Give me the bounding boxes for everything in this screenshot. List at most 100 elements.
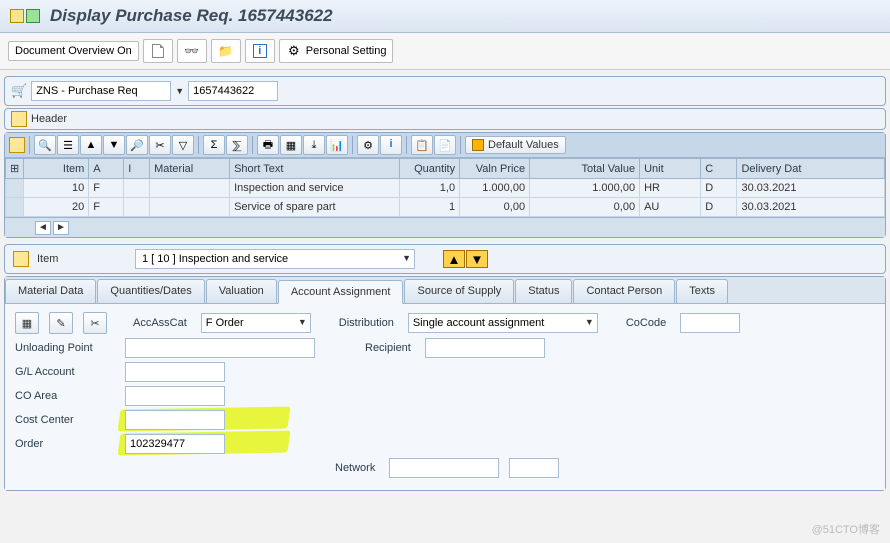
tab-texts[interactable]: Texts bbox=[676, 279, 728, 303]
gear-icon bbox=[286, 43, 302, 59]
scroll-left-button[interactable]: ◄ bbox=[35, 221, 51, 235]
col-a[interactable]: A bbox=[89, 159, 124, 179]
tab-account-assignment[interactable]: Account Assignment bbox=[278, 280, 404, 304]
grid-cut-button[interactable]: ✂ bbox=[149, 135, 171, 155]
grid-expand-icon[interactable] bbox=[9, 137, 25, 153]
item-expand-icon[interactable] bbox=[13, 251, 29, 267]
distribution-dropdown[interactable]: ▼ bbox=[408, 313, 598, 333]
accasscat-input[interactable] bbox=[201, 313, 311, 333]
grid-view-button[interactable]: ▦ bbox=[280, 135, 302, 155]
chevron-down-icon[interactable]: ▼ bbox=[175, 86, 184, 96]
item-prev-button[interactable]: ▲ bbox=[443, 250, 465, 268]
col-material[interactable]: Material bbox=[150, 159, 230, 179]
page-icon bbox=[150, 43, 166, 59]
delete-icon[interactable]: ✂ bbox=[83, 312, 107, 334]
info-icon bbox=[252, 43, 268, 59]
item-selector-row: Item ▼ ▲ ▼ bbox=[4, 244, 886, 274]
layout-icon[interactable]: ▦ bbox=[15, 312, 39, 334]
grid-find-button[interactable]: 🔎 bbox=[126, 135, 148, 155]
grid-subtotal-button[interactable]: ⅀ bbox=[226, 135, 248, 155]
col-delivery-date[interactable]: Delivery Dat bbox=[737, 159, 885, 179]
col-short-text[interactable]: Short Text bbox=[230, 159, 400, 179]
table-header-row: ⊞ Item A I Material Short Text Quantity … bbox=[6, 159, 885, 179]
grid-print-button[interactable]: 🖶 bbox=[257, 135, 279, 155]
grid-layout-button[interactable]: ☰ bbox=[57, 135, 79, 155]
document-selector-row: ▼ bbox=[4, 76, 886, 106]
items-table: ⊞ Item A I Material Short Text Quantity … bbox=[5, 158, 885, 217]
account-assignment-panel: ▦ ✎ ✂ AccAssCat ▼ Distribution ▼ CoCode … bbox=[5, 304, 885, 490]
page-title: Display Purchase Req. 1657443622 bbox=[50, 6, 333, 26]
grid-detail-button[interactable]: 🔍 bbox=[34, 135, 56, 155]
grid-info-button[interactable] bbox=[380, 135, 402, 155]
co-area-input[interactable] bbox=[125, 386, 225, 406]
create-button[interactable] bbox=[143, 39, 173, 63]
chevron-down-icon: ▼ bbox=[402, 253, 411, 263]
document-overview-button[interactable]: Document Overview On bbox=[8, 41, 139, 61]
tab-strip: Material Data Quantities/Dates Valuation… bbox=[5, 277, 885, 304]
order-input[interactable] bbox=[125, 434, 225, 454]
table-row[interactable]: 10 F Inspection and service 1,0 1.000,00… bbox=[6, 179, 885, 198]
tab-valuation[interactable]: Valuation bbox=[206, 279, 277, 303]
col-item[interactable]: Item bbox=[24, 159, 89, 179]
col-total-value[interactable]: Total Value bbox=[530, 159, 640, 179]
tab-contact-person[interactable]: Contact Person bbox=[573, 279, 675, 303]
cost-center-input[interactable] bbox=[125, 410, 225, 430]
grid-sort-asc-button[interactable]: ▲ bbox=[80, 135, 102, 155]
gl-account-label: G/L Account bbox=[15, 366, 115, 378]
col-quantity[interactable]: Quantity bbox=[400, 159, 460, 179]
cocode-input[interactable] bbox=[680, 313, 740, 333]
header-label: Header bbox=[31, 113, 67, 125]
distribution-input[interactable] bbox=[408, 313, 598, 333]
col-c[interactable]: C bbox=[701, 159, 737, 179]
item-select-input[interactable] bbox=[135, 249, 415, 269]
default-values-button[interactable]: Default Values bbox=[465, 136, 566, 154]
glasses-icon bbox=[184, 43, 200, 59]
network-input[interactable] bbox=[389, 458, 499, 478]
table-row[interactable]: 20 F Service of spare part 1 0,00 0,00 A… bbox=[6, 198, 885, 217]
col-i[interactable]: I bbox=[124, 159, 150, 179]
watermark: @51CTO博客 bbox=[812, 521, 880, 537]
default-values-icon bbox=[472, 139, 484, 151]
cocode-label: CoCode bbox=[626, 317, 666, 329]
folder-icon bbox=[218, 43, 234, 59]
tab-material-data[interactable]: Material Data bbox=[5, 279, 96, 303]
grid-scroll-controls: ◄ ► bbox=[5, 217, 885, 237]
gl-account-input[interactable] bbox=[125, 362, 225, 382]
cart-icon bbox=[11, 83, 31, 99]
grid-settings-button[interactable]: ⚙ bbox=[357, 135, 379, 155]
title-icon bbox=[10, 9, 40, 23]
cost-center-label: Cost Center bbox=[15, 414, 115, 426]
col-config[interactable]: ⊞ bbox=[6, 159, 24, 179]
accasscat-dropdown[interactable]: ▼ bbox=[201, 313, 311, 333]
item-dropdown[interactable]: ▼ bbox=[135, 249, 415, 269]
grid-sort-desc-button[interactable]: ▼ bbox=[103, 135, 125, 155]
tab-status[interactable]: Status bbox=[515, 279, 572, 303]
tab-source-of-supply[interactable]: Source of Supply bbox=[404, 279, 514, 303]
doc-number-input[interactable] bbox=[188, 81, 278, 101]
network-activity-input[interactable] bbox=[509, 458, 559, 478]
grid-graph-button[interactable]: 📊 bbox=[326, 135, 348, 155]
col-unit[interactable]: Unit bbox=[640, 159, 701, 179]
unloading-point-input[interactable] bbox=[125, 338, 315, 358]
items-grid-panel: 🔍 ☰ ▲ ▼ 🔎 ✂ ▽ Σ ⅀ 🖶 ▦ ⤓ 📊 ⚙ 📋 📄 Default … bbox=[4, 132, 886, 238]
header-expander[interactable]: Header bbox=[4, 108, 886, 130]
item-next-button[interactable]: ▼ bbox=[466, 250, 488, 268]
doc-type-select[interactable] bbox=[31, 81, 171, 101]
grid-paste-button[interactable]: 📄 bbox=[434, 135, 456, 155]
col-valn-price[interactable]: Valn Price bbox=[460, 159, 530, 179]
help-button[interactable] bbox=[245, 39, 275, 63]
tab-quantities-dates[interactable]: Quantities/Dates bbox=[97, 279, 204, 303]
grid-copy-button[interactable]: 📋 bbox=[411, 135, 433, 155]
recipient-label: Recipient bbox=[365, 342, 411, 354]
scroll-right-button[interactable]: ► bbox=[53, 221, 69, 235]
personal-setting-button[interactable]: Personal Setting bbox=[279, 39, 394, 63]
edit-icon[interactable]: ✎ bbox=[49, 312, 73, 334]
grid-export-button[interactable]: ⤓ bbox=[303, 135, 325, 155]
grid-sum-button[interactable]: Σ bbox=[203, 135, 225, 155]
expand-icon bbox=[11, 111, 27, 127]
display-button[interactable] bbox=[177, 39, 207, 63]
grid-filter-button[interactable]: ▽ bbox=[172, 135, 194, 155]
other-document-button[interactable] bbox=[211, 39, 241, 63]
recipient-input[interactable] bbox=[425, 338, 545, 358]
default-values-label: Default Values bbox=[488, 139, 559, 151]
